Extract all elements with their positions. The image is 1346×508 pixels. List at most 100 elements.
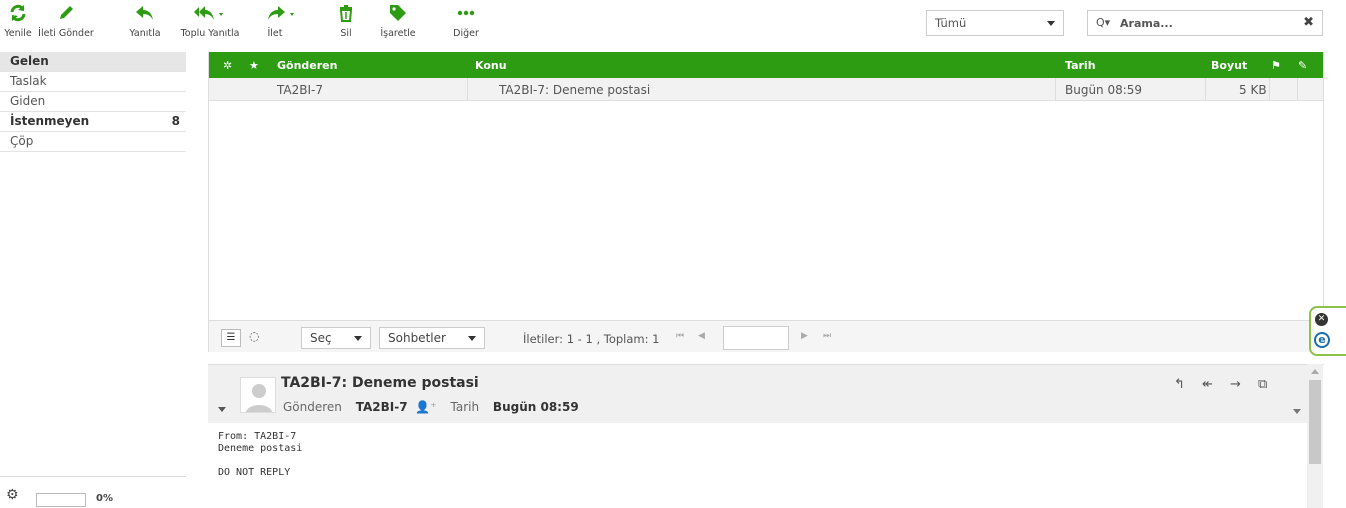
folder-drafts[interactable]: Taslak <box>0 72 186 92</box>
pencil-icon <box>57 2 75 24</box>
more-button[interactable]: Diğer <box>452 2 480 42</box>
first-page-icon[interactable]: ⏮ <box>676 331 684 341</box>
last-page-icon[interactable]: ⏭ <box>823 331 831 341</box>
toolbar: Yenile İleti Gönder Yanıtla Toplu Yanıtl… <box>0 0 1346 50</box>
settings-icon[interactable]: ✲ <box>223 59 232 72</box>
folder-sidebar: Gelen Taslak Giden İstenmeyen 8 Çöp ⚙ 0% <box>0 52 186 508</box>
reply-all-label: Toplu Yanıtla <box>180 28 240 39</box>
date-value: Bugün 08:59 <box>492 400 579 414</box>
table-row[interactable]: TA2BI-7 TA2BI-7: Deneme postasi Bugün 08… <box>209 78 1323 101</box>
folder-trash[interactable]: Çöp <box>0 132 186 152</box>
delete-button[interactable]: Sil <box>334 2 358 42</box>
next-page-icon[interactable]: ▶ <box>801 331 808 341</box>
preview-subject: TA2BI-7: Deneme postasi <box>281 375 479 391</box>
folder-label: Giden <box>10 94 46 108</box>
prev-page-icon[interactable]: ◀ <box>698 331 705 341</box>
forward-button[interactable]: İlet <box>262 2 302 42</box>
refresh-icon <box>9 2 27 24</box>
threads-view-icon[interactable]: ◌ <box>249 329 259 343</box>
row-from: TA2BI-7 <box>277 83 323 97</box>
folder-label: Çöp <box>10 134 34 148</box>
trash-icon <box>338 2 354 24</box>
quota-text: 0% <box>96 493 113 504</box>
preview-scrollbar[interactable] <box>1307 364 1323 508</box>
search-input[interactable] <box>1120 15 1290 32</box>
select-dropdown[interactable]: Seç <box>301 327 371 349</box>
preview-header: TA2BI-7: Deneme postasi Gönderen TA2BI-7… <box>208 365 1308 423</box>
avatar <box>240 377 276 413</box>
forward-label: İlet <box>267 28 283 39</box>
page-input[interactable] <box>723 326 789 350</box>
more-icon <box>457 2 475 24</box>
reply-button[interactable]: Yanıtla <box>123 2 167 42</box>
attachment-icon[interactable]: ✎ <box>1298 59 1307 72</box>
column-divider <box>1055 78 1056 101</box>
search-box: Q▾ ✖ <box>1087 10 1323 36</box>
from-value[interactable]: TA2BI-7 <box>356 400 408 414</box>
row-size: 5 KB <box>1239 83 1267 97</box>
list-header: ✲ ★ Gönderen Konu Tarih Boyut ⚑ ✎ <box>209 52 1323 78</box>
list-view-icon[interactable]: ☰ <box>221 329 241 347</box>
widget-logo-icon[interactable]: e <box>1314 332 1330 348</box>
mark-button[interactable]: İşaretle <box>376 2 420 42</box>
compose-label: İleti Gönder <box>38 28 94 39</box>
column-header-from[interactable]: Gönderen <box>277 59 337 72</box>
forward-icon <box>265 2 299 24</box>
forward-icon[interactable]: → <box>1230 377 1241 392</box>
column-divider <box>1269 78 1270 101</box>
column-header-date[interactable]: Tarih <box>1065 59 1096 72</box>
folder-spam[interactable]: İstenmeyen 8 <box>0 112 186 132</box>
flag-icon[interactable]: ⚑ <box>1271 59 1281 72</box>
column-header-size[interactable]: Boyut <box>1211 59 1247 72</box>
gear-icon[interactable]: ⚙ <box>6 487 19 503</box>
folder-label: İstenmeyen <box>10 114 90 128</box>
reply-all-button[interactable]: Toplu Yanıtla <box>174 2 246 42</box>
folder-inbox[interactable]: Gelen <box>0 52 186 72</box>
reply-all-icon <box>193 2 227 24</box>
collapse-icon[interactable] <box>218 407 226 412</box>
message-count: İletiler: 1 - 1 , Toplam: 1 <box>523 332 660 346</box>
reply-label: Yanıtla <box>129 28 161 39</box>
search-icon[interactable]: Q▾ <box>1096 16 1110 29</box>
add-contact-icon[interactable]: 👤⁺ <box>415 400 436 414</box>
message-list: ✲ ★ Gönderen Konu Tarih Boyut ⚑ ✎ TA2BI-… <box>208 52 1324 352</box>
open-window-icon[interactable]: ⧉ <box>1258 377 1267 392</box>
select-label: Seç <box>310 331 332 345</box>
date-label: Tarih <box>450 400 480 414</box>
reply-icon <box>135 2 155 24</box>
refresh-button[interactable]: Yenile <box>4 2 32 42</box>
chevron-down-icon <box>354 336 362 341</box>
filter-select[interactable]: Tümü <box>926 10 1064 36</box>
more-label: Diğer <box>453 28 479 39</box>
unread-count-badge: 8 <box>171 114 180 128</box>
row-subject: TA2BI-7: Deneme postasi <box>499 83 651 97</box>
reply-all-icon[interactable]: ↞ <box>1202 377 1213 392</box>
filter-value: Tümü <box>935 16 967 30</box>
folder-label: Gelen <box>10 54 49 68</box>
delete-label: Sil <box>340 28 352 39</box>
message-body: From: TA2BI-7 Deneme postasi DO NOT REPL… <box>218 431 303 478</box>
compose-button[interactable]: İleti Gönder <box>38 2 94 42</box>
clear-search-icon[interactable]: ✖ <box>1303 15 1314 30</box>
folder-sent[interactable]: Giden <box>0 92 186 112</box>
scrollbar-thumb[interactable] <box>1309 380 1321 464</box>
threads-dropdown[interactable]: Sohbetler <box>379 327 485 349</box>
close-icon[interactable]: ✕ <box>1315 313 1328 326</box>
reply-icon[interactable]: ↰ <box>1174 377 1185 392</box>
chevron-down-icon[interactable] <box>1293 409 1301 414</box>
column-divider <box>467 78 468 101</box>
side-widget: ✕ e <box>1309 306 1346 356</box>
scroll-up-icon[interactable] <box>1311 369 1319 374</box>
sidebar-footer: ⚙ 0% <box>0 476 186 508</box>
folder-label: Taslak <box>10 74 47 88</box>
preview-meta: Gönderen TA2BI-7 👤⁺ Tarih Bugün 08:59 <box>283 400 579 414</box>
column-divider <box>1205 78 1206 101</box>
from-label: Gönderen <box>283 400 342 414</box>
column-header-subject[interactable]: Konu <box>475 59 507 72</box>
row-date: Bugün 08:59 <box>1065 83 1143 97</box>
column-divider <box>1297 78 1298 101</box>
refresh-label: Yenile <box>4 28 32 39</box>
star-icon[interactable]: ★ <box>249 59 259 72</box>
list-footer: ☰ ◌ Seç Sohbetler İletiler: 1 - 1 , Topl… <box>209 320 1323 352</box>
quota-bar <box>36 493 86 507</box>
